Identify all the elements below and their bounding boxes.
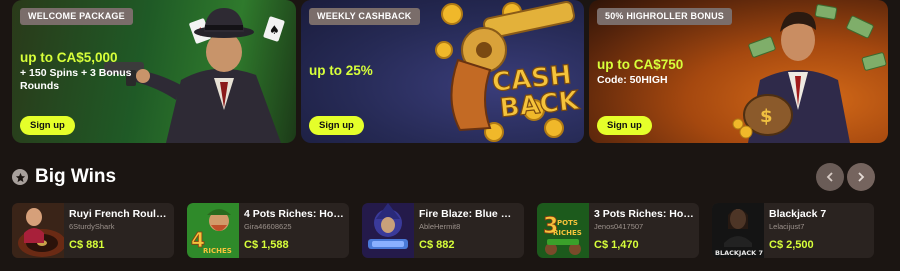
win-card[interactable]: 4 RICHES 4 Pots Riches: Hold ... Gira466… [187, 203, 349, 258]
win-card[interactable]: Fire Blaze: Blue Wiz... AbleHermit8 C$ 8… [362, 203, 524, 258]
cashback-revolver-illustration: CASH BACK [435, 0, 582, 142]
player-name: Gira46608625 [244, 222, 292, 231]
big-wins-header: Big Wins [12, 165, 116, 189]
promo-amount: up to CA$750 [597, 57, 684, 72]
game-thumbnail [362, 203, 414, 258]
win-card[interactable]: BLACKJACK 7 Blackjack 7 Lelacijust7 C$ 2… [712, 203, 874, 258]
promo-amount: up to 25% [309, 63, 373, 78]
game-thumbnail: BLACKJACK 7 [712, 203, 764, 258]
promo-carousel: ♦ ♠ WELCOME PACKAGE up to CA$5,000 + 150… [12, 0, 888, 143]
game-name: Ruyi French Roulette [69, 208, 171, 220]
game-thumbnail: 3 POTS RICHES [537, 203, 589, 258]
chevron-right-icon [858, 172, 865, 182]
win-card[interactable]: Ruyi French Roulette 6SturdyShark C$ 881 [12, 203, 174, 258]
chevron-left-icon [826, 172, 833, 182]
promo-amount: up to CA$5,000 [20, 50, 118, 65]
win-amount: C$ 881 [69, 239, 105, 251]
win-card[interactable]: 3 POTS RICHES 3 Pots Riches: Hold a... J… [537, 203, 699, 258]
promo-badge: WEEKLY CASHBACK [309, 8, 420, 25]
game-name: Fire Blaze: Blue Wiz... [419, 208, 521, 220]
big-wins-list: Ruyi French Roulette 6SturdyShark C$ 881… [12, 203, 888, 258]
win-amount: C$ 882 [419, 239, 455, 251]
svg-text:♠: ♠ [269, 23, 280, 37]
svg-text:$: $ [760, 106, 773, 127]
player-name: AbleHermit8 [419, 222, 461, 231]
win-amount: C$ 2,500 [769, 239, 814, 251]
carousel-next-button[interactable] [847, 163, 875, 191]
promo-welcome-package[interactable]: ♦ ♠ WELCOME PACKAGE up to CA$5,000 + 150… [12, 0, 296, 143]
game-thumbnail [12, 203, 64, 258]
player-name: Jenos0417507 [594, 222, 644, 231]
carousel-prev-button[interactable] [816, 163, 844, 191]
star-icon [12, 169, 28, 185]
sign-up-button[interactable]: Sign up [597, 116, 652, 135]
riches-thumb-text: RICHES [203, 247, 232, 255]
player-name: Lelacijust7 [769, 222, 805, 231]
win-amount: C$ 1,588 [244, 239, 289, 251]
promo-subtitle-line-2: Rounds [20, 80, 60, 92]
win-amount: C$ 1,470 [594, 239, 639, 251]
blackjack-thumb-text: BLACKJACK 7 [715, 249, 763, 257]
promo-subtitle-line-1: + 150 Spins + 3 Bonus [20, 67, 132, 79]
promo-code: Code: 50HIGH [597, 74, 668, 86]
promo-badge: 50% HIGHROLLER BONUS [597, 8, 733, 25]
game-name: Blackjack 7 [769, 208, 827, 220]
sign-up-button[interactable]: Sign up [309, 116, 364, 135]
riches-thumb-text: RICHES [553, 229, 582, 237]
game-thumbnail: 4 RICHES [187, 203, 239, 258]
game-name: 4 Pots Riches: Hold ... [244, 208, 346, 220]
promo-highroller-bonus[interactable]: $ 50% HIGHROLLER BONUS up to CA$750 Code… [589, 0, 888, 143]
promo-badge: WELCOME PACKAGE [20, 8, 133, 25]
promo-weekly-cashback[interactable]: CASH BACK WEEKLY CASHBACK up to 25% Sign… [301, 0, 584, 143]
svg-text:POTS: POTS [557, 219, 578, 227]
player-name: 6SturdyShark [69, 222, 115, 231]
big-wins-title: Big Wins [35, 166, 117, 187]
sign-up-button[interactable]: Sign up [20, 116, 75, 135]
game-name: 3 Pots Riches: Hold a... [594, 208, 696, 220]
